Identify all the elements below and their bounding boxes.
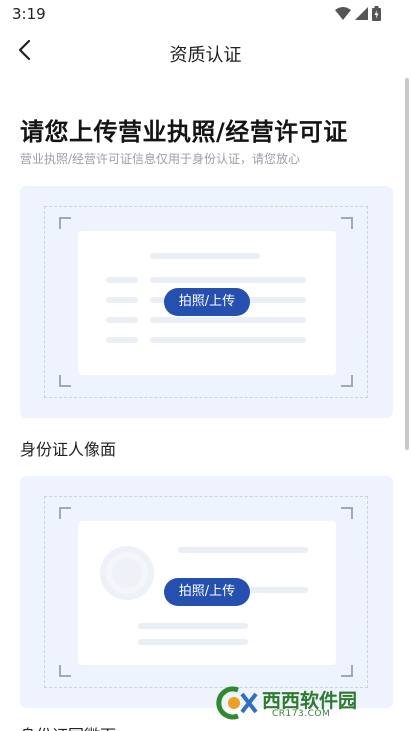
emblem-center — [112, 558, 142, 588]
corner-mark — [59, 375, 71, 387]
corner-mark — [59, 217, 71, 229]
scrollbar[interactable] — [405, 78, 409, 450]
signal-icon — [355, 7, 368, 20]
status-icons — [335, 6, 381, 21]
wifi-icon — [335, 7, 351, 20]
corner-mark — [59, 665, 71, 677]
id-back-label: 身份证国徽面 — [20, 722, 116, 731]
id-front-label: 身份证人像面 — [20, 440, 117, 459]
license-upload-button[interactable]: 拍照/上传 — [164, 288, 250, 316]
corner-mark — [341, 507, 353, 519]
battery-icon — [372, 6, 381, 21]
corner-mark — [341, 375, 353, 387]
corner-mark — [341, 665, 353, 677]
corner-mark — [341, 217, 353, 229]
upload-heading: 请您上传营业执照/经营许可证 — [20, 118, 348, 146]
nav-bar: 资质认证 — [0, 28, 411, 76]
watermark-url: CR173.COM — [272, 709, 331, 719]
corner-mark — [59, 507, 71, 519]
status-time: 3:19 — [12, 5, 46, 23]
status-bar: 3:19 — [0, 0, 411, 28]
page-title: 资质认证 — [169, 45, 242, 66]
license-upload-card[interactable]: 拍照/上传 — [20, 186, 393, 418]
id-front-upload-button[interactable]: 拍照/上传 — [164, 578, 250, 606]
privacy-hint: 营业执照/经营许可证信息仅用于身份认证，请您放心 — [20, 152, 301, 166]
id-front-upload-card[interactable]: 拍照/上传 — [20, 476, 393, 708]
site-watermark: 西西软件园 CR173.COM — [212, 684, 392, 722]
watermark-logo-icon — [212, 684, 268, 722]
